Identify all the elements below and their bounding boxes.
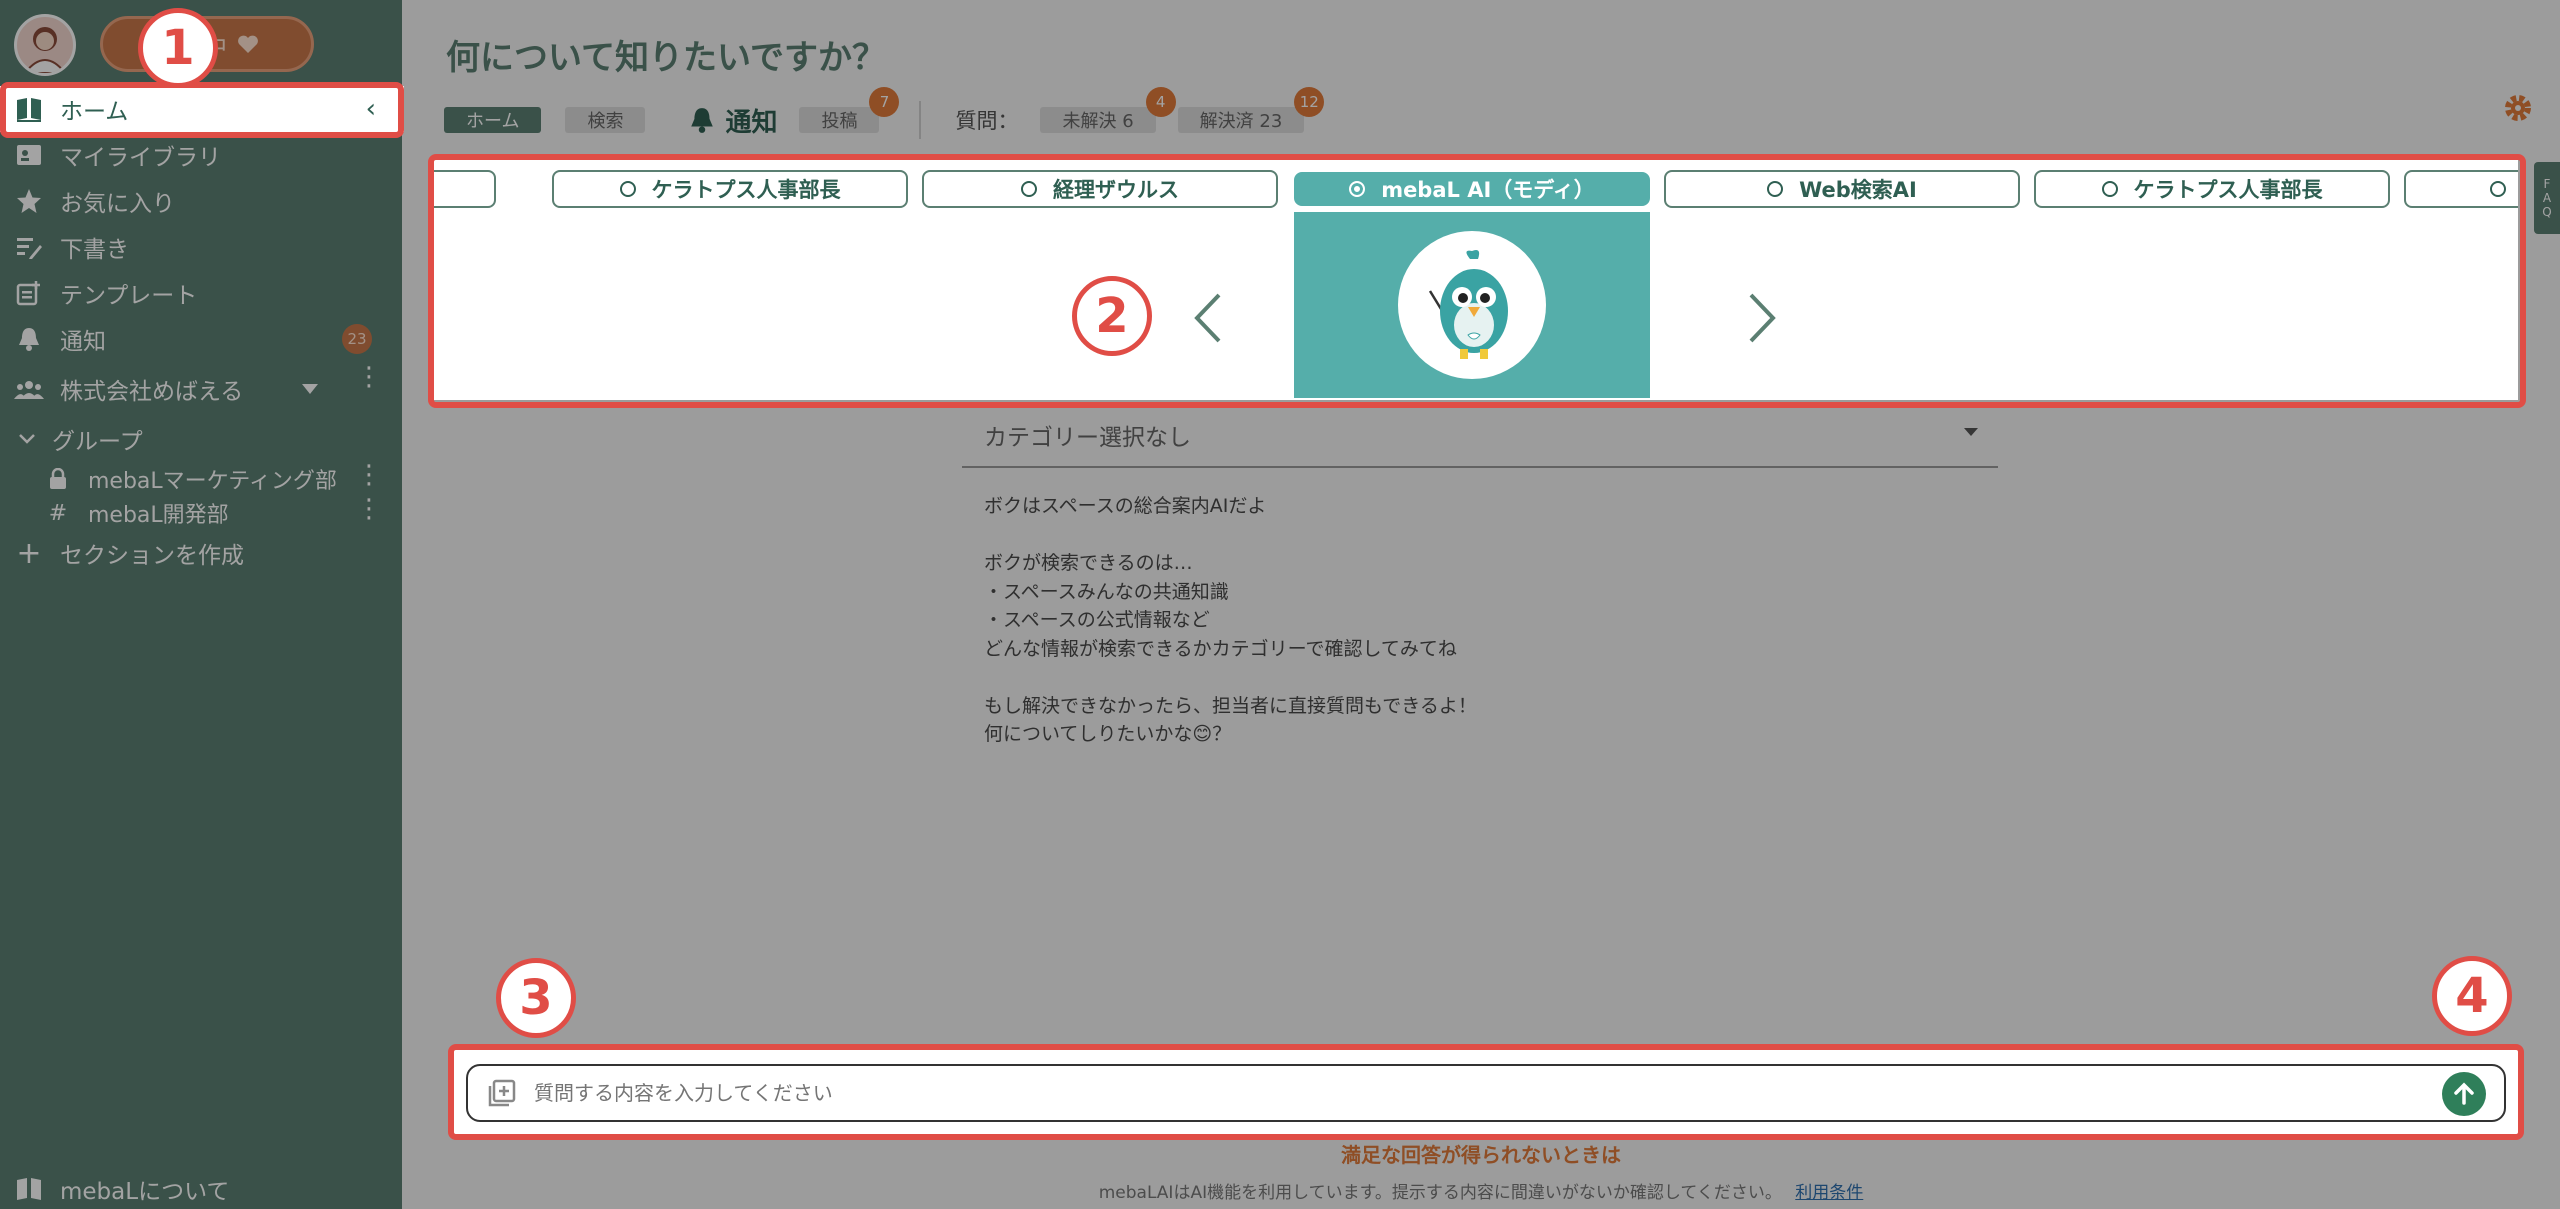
group-header[interactable]: グループ bbox=[0, 416, 402, 462]
tab-post-label: 投稿 bbox=[821, 111, 858, 132]
star-icon bbox=[14, 186, 44, 216]
annotation-marker-2: 2 bbox=[1072, 276, 1152, 356]
sidebar-item-organization[interactable]: 株式会社めばえる ⋮ bbox=[0, 364, 402, 412]
footer-disclaimer-text: mebaLAIはAI機能を利用しています。提示する内容に間違いがないか確認してく… bbox=[1098, 1183, 1782, 1203]
faq-letter: A bbox=[2542, 191, 2552, 205]
group-item-label: mebaL開発部 bbox=[88, 503, 229, 528]
settings-gear-icon[interactable] bbox=[2498, 88, 2538, 128]
footer-disclaimer: mebaLAIはAI機能を利用しています。提示する内容に間違いがないか確認してく… bbox=[402, 1178, 2560, 1203]
lock-icon bbox=[46, 468, 70, 490]
book-icon bbox=[14, 1174, 44, 1204]
unsolved-count-badge: 4 bbox=[1145, 87, 1176, 117]
plus-icon: + bbox=[16, 535, 42, 571]
tab-solved-label: 解決済 23 bbox=[1199, 111, 1283, 132]
tab-home[interactable]: ホーム bbox=[444, 107, 542, 133]
avatar-image bbox=[23, 27, 67, 73]
sidebar: 体験中 ホーム ‹ マイライブラリ お気に入り 下書き テンプレート bbox=[0, 0, 402, 1209]
create-section-button[interactable]: + セクションを作成 bbox=[0, 530, 402, 576]
dropdown-caret-icon bbox=[1964, 428, 1978, 436]
question-label: 質問： bbox=[955, 109, 1019, 133]
tab-unsolved[interactable]: 未解決 6 4 bbox=[1040, 87, 1176, 133]
tab-divider bbox=[919, 101, 922, 139]
tab-post[interactable]: 投稿 7 bbox=[799, 87, 900, 133]
unsatisfied-answer-link[interactable]: 満足な回答が得られないときは bbox=[402, 1139, 2560, 1168]
annotation-marker-1: 1 bbox=[138, 8, 218, 88]
group-header-label: グループ bbox=[52, 429, 143, 455]
sidebar-item-label: お気に入り bbox=[60, 191, 175, 217]
template-icon bbox=[14, 278, 44, 308]
notification-count-badge: 23 bbox=[342, 324, 372, 354]
chevron-down-icon bbox=[18, 424, 36, 454]
sidebar-item-label: マイライブラリ bbox=[60, 145, 221, 171]
draft-icon bbox=[14, 232, 44, 262]
tab-bar: ホーム 検索 通知 投稿 7 質問： 未解決 6 4 解決済 23 12 bbox=[444, 87, 1325, 144]
group-item-development[interactable]: # mebaL開発部 bbox=[46, 496, 229, 530]
highlight-frame-home bbox=[0, 82, 404, 138]
sidebar-item-label: 株式会社めばえる bbox=[60, 379, 244, 405]
sidebar-item-label: 下書き bbox=[60, 237, 129, 263]
bell-icon bbox=[14, 324, 44, 354]
faq-letter: Q bbox=[2542, 205, 2552, 219]
terms-link[interactable]: 利用条件 bbox=[1795, 1183, 1863, 1203]
sidebar-item-notifications[interactable]: 通知 23 bbox=[0, 316, 402, 362]
annotation-marker-3: 3 bbox=[496, 958, 576, 1038]
tab-solved[interactable]: 解決済 23 12 bbox=[1177, 87, 1325, 133]
solved-count-badge: 12 bbox=[1294, 87, 1325, 117]
sidebar-item-favorites[interactable]: お気に入り bbox=[0, 178, 402, 224]
annotation-marker-4: 4 bbox=[2432, 956, 2512, 1036]
create-section-label: セクションを作成 bbox=[60, 543, 244, 569]
hash-icon: # bbox=[48, 500, 68, 526]
sidebar-item-my-library[interactable]: マイライブラリ bbox=[0, 132, 402, 178]
highlight-frame-carousel bbox=[428, 154, 2526, 408]
category-select[interactable]: カテゴリー選択なし bbox=[962, 404, 1998, 468]
org-menu-icon[interactable]: ⋮ bbox=[356, 364, 382, 390]
library-icon bbox=[14, 140, 44, 170]
sidebar-item-label: テンプレート bbox=[60, 283, 198, 309]
notification-heading-label: 通知 bbox=[725, 107, 778, 138]
highlight-frame-input bbox=[448, 1044, 2524, 1140]
group-item-label: mebaLマーケティング部 bbox=[88, 469, 337, 494]
notification-heading: 通知 bbox=[689, 102, 777, 139]
category-select-value: カテゴリー選択なし bbox=[984, 425, 1191, 451]
group-development-menu-icon[interactable]: ⋮ bbox=[356, 496, 382, 522]
page-title: 何について知りたいですか？ bbox=[446, 38, 886, 78]
faq-side-tab[interactable]: F A Q bbox=[2534, 162, 2560, 234]
team-icon bbox=[14, 374, 44, 404]
sidebar-item-drafts[interactable]: 下書き bbox=[0, 224, 402, 270]
group-marketing-menu-icon[interactable]: ⋮ bbox=[356, 462, 382, 488]
caret-down-icon[interactable] bbox=[302, 384, 318, 394]
post-count-badge: 7 bbox=[869, 87, 900, 117]
tab-search[interactable]: 検索 bbox=[565, 107, 646, 133]
sidebar-item-templates[interactable]: テンプレート bbox=[0, 270, 402, 316]
bell-icon bbox=[691, 108, 714, 133]
heart-icon bbox=[238, 35, 258, 53]
sidebar-item-label: 通知 bbox=[60, 329, 106, 355]
assistant-intro-message: ボクはスペースの総合案内AIだよ ボクが検索できるのは… ・スペースみんなの共通… bbox=[984, 495, 1477, 745]
tab-unsolved-label: 未解決 6 bbox=[1062, 111, 1134, 132]
group-item-marketing[interactable]: mebaLマーケティング部 bbox=[46, 462, 337, 496]
faq-letter: F bbox=[2543, 177, 2551, 191]
about-mebal-link[interactable]: mebaLについて bbox=[0, 1166, 402, 1209]
avatar[interactable] bbox=[14, 14, 76, 76]
about-mebal-label: mebaLについて bbox=[60, 1179, 230, 1205]
